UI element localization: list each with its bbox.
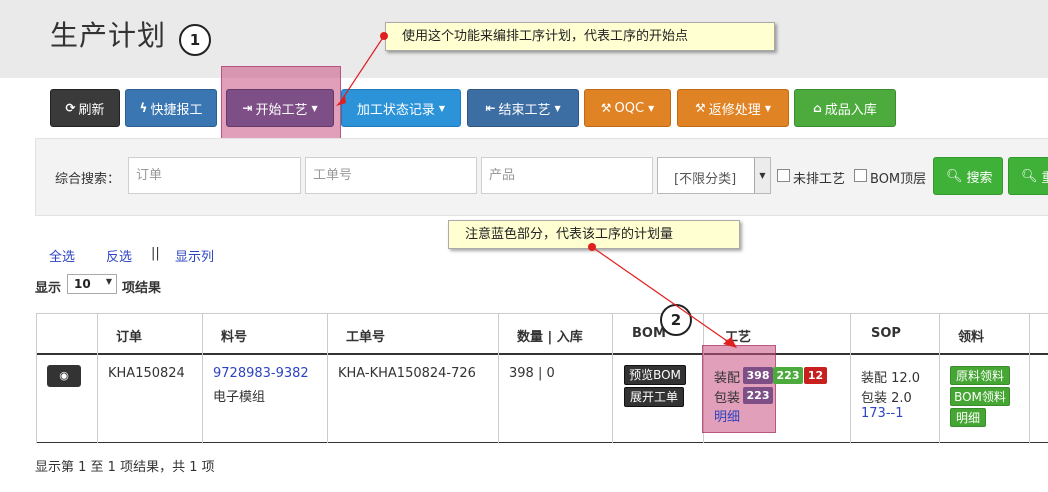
arrow-head-2 [723,337,737,348]
table-info: 显示第 1 至 1 项结果，共 1 项 [35,460,215,475]
annotation-arrows [336,32,737,348]
arrow-head-1 [336,96,346,106]
arrow-origin-2 [588,243,596,251]
arrow-origin-1 [380,32,388,40]
arrow-line-2 [591,246,731,344]
arrow-line-1 [340,35,385,102]
